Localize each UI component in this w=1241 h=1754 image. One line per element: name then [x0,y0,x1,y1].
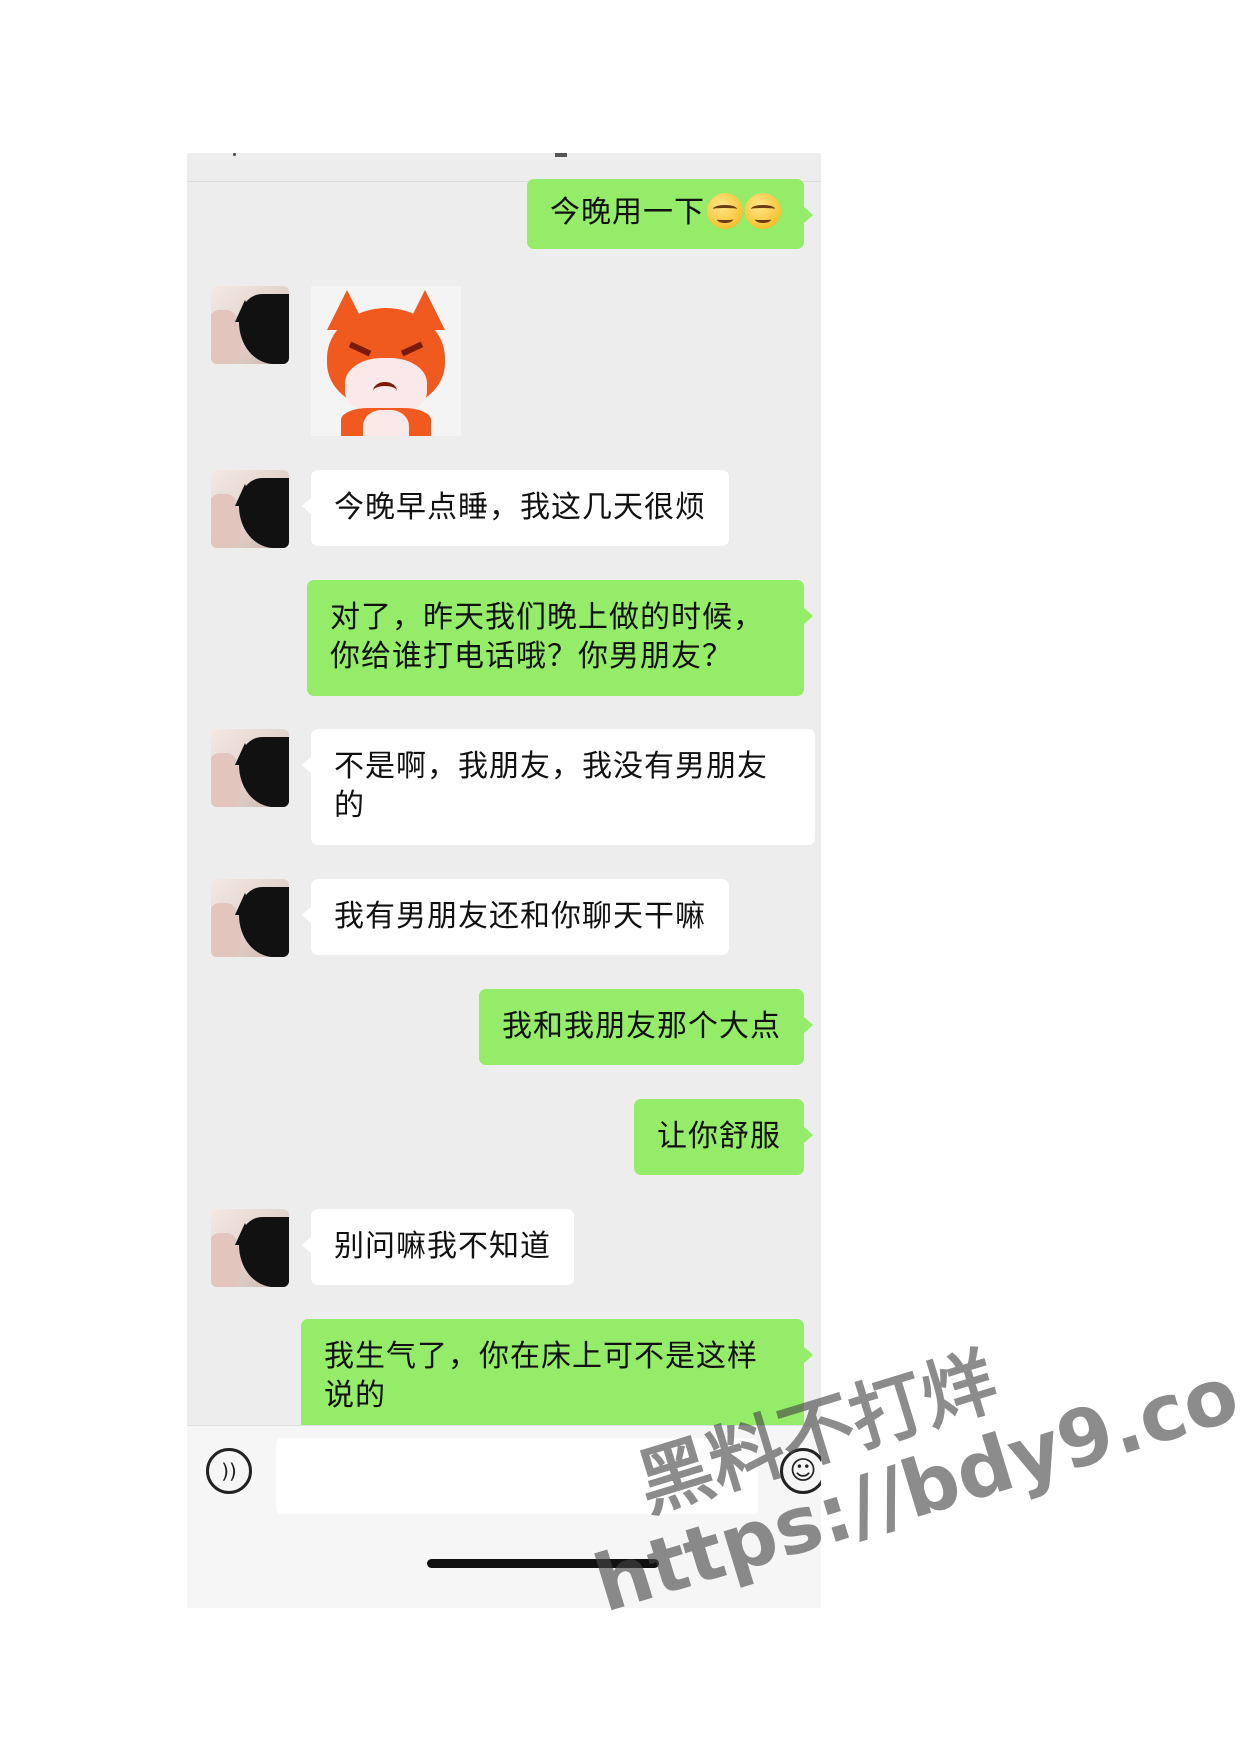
status-dot [233,153,236,156]
avatar-cat-ear [235,743,255,765]
avatar-cat-ear [261,889,281,911]
chat-screen: 今晚用一下 今晚早点睡，我这几天很烦 对了，昨天我们晚上做的时候，你给谁打电话哦… [187,153,821,1608]
avatar-cat-ear [235,300,255,322]
incoming-message-bubble[interactable]: 不是啊，我朋友，我没有男朋友的 [302,729,815,845]
avatar-cat-ear [261,1219,281,1241]
message-text: 让你舒服 [657,1119,781,1154]
incoming-message-bubble[interactable]: 今晚早点睡，我这几天很烦 [302,470,729,546]
home-indicator[interactable] [427,1559,659,1568]
outgoing-message-bubble[interactable]: 我生气了，你在床上可不是这样说的 [301,1319,813,1435]
contact-avatar[interactable] [211,286,289,364]
avatar-cat-ear [235,1223,255,1245]
fox-mouth [373,382,397,400]
avatar-cat-ear [261,739,281,761]
voice-wave-icon[interactable]: )) [206,1448,252,1494]
emoji-face-icon[interactable]: ☺ [780,1448,821,1494]
message-text: 我和我朋友那个大点 [502,1009,781,1044]
contact-avatar[interactable] [211,879,289,957]
signal-icon [555,153,567,157]
contact-avatar[interactable] [211,1209,289,1287]
message-text: 今晚用一下 [550,195,705,230]
contact-avatar[interactable] [211,470,289,548]
avatar-cat-ear [261,296,281,318]
outgoing-message-bubble[interactable]: 今晚用一下 [527,179,813,249]
angry-fox-sticker[interactable] [311,286,461,436]
outgoing-message-bubble[interactable]: 让你舒服 [634,1099,813,1175]
contact-avatar[interactable] [211,729,289,807]
message-text: 我有男朋友还和你聊天干嘛 [334,899,706,934]
message-text: 不是啊，我朋友，我没有男朋友的 [334,749,768,823]
message-text: 对了，昨天我们晚上做的时候，你给谁打电话哦？你男朋友？ [330,600,764,674]
message-text: 别问嘛我不知道 [334,1229,551,1264]
message-text: 我生气了，你在床上可不是这样说的 [324,1339,758,1413]
avatar-cat-ear [261,480,281,502]
status-bar-strip [187,153,821,182]
message-text: 今晚早点睡，我这几天很烦 [334,490,706,525]
avatar-cat-ear [235,484,255,506]
outgoing-message-bubble[interactable]: 对了，昨天我们晚上做的时候，你给谁打电话哦？你男朋友？ [307,580,813,696]
chat-input-bar: )) ☺ [187,1425,821,1608]
avatar-cat-ear [235,893,255,915]
message-input[interactable] [276,1438,758,1514]
outgoing-message-bubble[interactable]: 我和我朋友那个大点 [479,989,813,1065]
smirk-emoji-icon [745,193,781,229]
incoming-message-bubble[interactable]: 别问嘛我不知道 [302,1209,574,1285]
smirk-emoji-icon [707,193,743,229]
fox-belly [363,410,409,436]
incoming-message-bubble[interactable]: 我有男朋友还和你聊天干嘛 [302,879,729,955]
